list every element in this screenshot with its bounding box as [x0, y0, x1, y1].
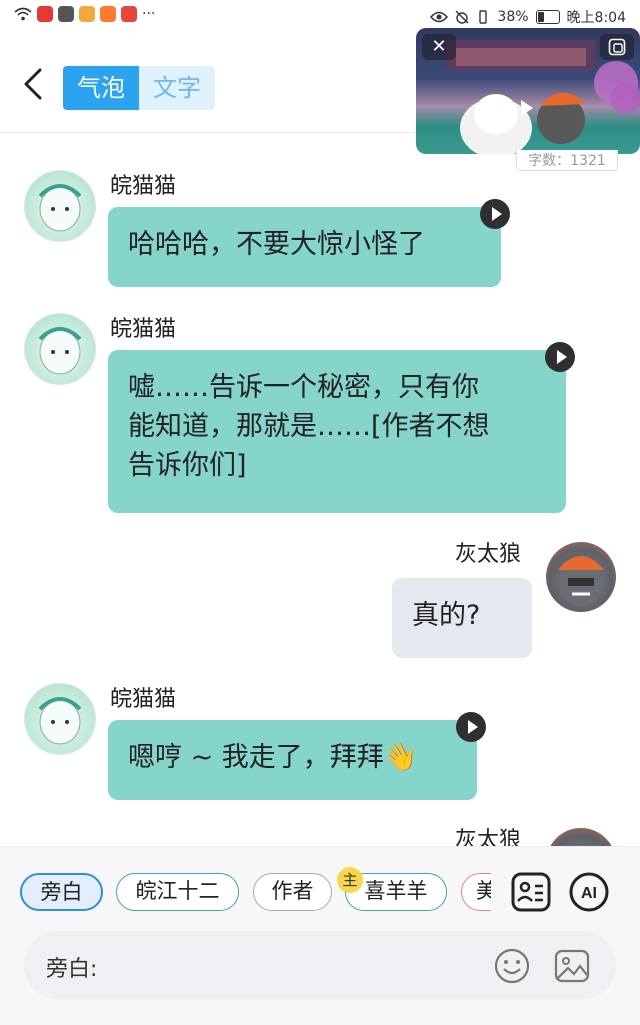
message-bubble[interactable]: 嗯哼 ~ 我走了，拜拜👋 [108, 720, 477, 800]
message-line: 能知道，那就是……[作者不想 [128, 411, 490, 442]
notification-app-icon [79, 6, 95, 22]
notification-app-icon [58, 6, 74, 22]
message-bubble[interactable]: 真的? [392, 578, 532, 658]
display-mode-toggle: 气泡 文字 [63, 66, 215, 110]
image-icon[interactable] [554, 948, 590, 984]
word-count: 字数：1321 [516, 150, 618, 171]
role-chip[interactable]: 作者 [253, 873, 332, 911]
battery-icon [535, 10, 560, 24]
message-bubble[interactable]: 嘘……告诉一个秘密，只有你 能知道，那就是……[作者不想 告诉你们] [108, 350, 566, 513]
wifi-icon [14, 7, 32, 21]
vibrate-icon [479, 10, 488, 24]
svg-text:AI: AI [581, 885, 597, 902]
host-badge: 主 [337, 867, 363, 893]
tab-text-mode[interactable]: 文字 [139, 66, 215, 110]
compose-panel: 旁白 皖江十二 作者 喜羊羊 主 美 AI 旁白: [0, 846, 640, 1025]
clock: 晚上8:04 [566, 10, 626, 26]
eye-icon [430, 11, 449, 23]
input-role-label: 旁白: [46, 957, 98, 982]
emoji-icon[interactable] [494, 948, 530, 984]
close-icon: ✕ [431, 36, 447, 57]
message-line: 嘘……告诉一个秘密，只有你 [128, 372, 479, 403]
message-bubble[interactable]: 哈哈哈，不要大惊小怪了 [108, 207, 501, 287]
contact-card-icon[interactable] [510, 871, 552, 913]
sheep-avatar-icon [38, 327, 82, 375]
back-arrow-icon[interactable] [16, 66, 52, 102]
more-notifications: ··· [142, 6, 156, 22]
tab-bubble-mode[interactable]: 气泡 [63, 66, 139, 110]
role-chip[interactable]: 皖江十二 [116, 873, 239, 911]
sheep-avatar-icon [38, 697, 82, 745]
wolf-avatar-icon [558, 556, 604, 606]
close-video-button[interactable]: ✕ [422, 34, 456, 60]
notification-app-icon [121, 6, 137, 22]
play-audio-button[interactable] [456, 712, 486, 742]
ai-assistant-icon[interactable]: AI [568, 871, 610, 913]
battery-percent: 38% [497, 9, 529, 25]
role-chip[interactable]: 美 [461, 873, 491, 911]
avatar-wanmaomao[interactable] [24, 170, 96, 242]
floating-video[interactable]: ✕ [416, 28, 640, 154]
avatar-wanmaomao[interactable] [24, 683, 96, 755]
play-audio-button[interactable] [545, 342, 575, 372]
notification-app-icon [37, 6, 53, 22]
sender-name: 皖猫猫 [110, 317, 177, 342]
sender-name: 灰太狼 [455, 542, 522, 567]
play-audio-button[interactable] [480, 199, 510, 229]
status-right: 38% 晚上8:04 [430, 7, 626, 27]
message-input[interactable]: 旁白: [24, 931, 616, 999]
status-left: ··· [14, 6, 155, 22]
sheep-avatar-icon [38, 184, 82, 232]
restore-window-icon [608, 38, 626, 56]
avatar-wanmaomao[interactable] [24, 313, 96, 385]
message-line: 告诉你们] [128, 450, 247, 481]
sender-name: 皖猫猫 [110, 174, 177, 199]
role-chip-narrator[interactable]: 旁白 [20, 873, 103, 911]
alarm-off-icon [455, 10, 469, 24]
restore-video-button[interactable] [600, 34, 634, 60]
avatar-huitailang[interactable] [546, 542, 616, 612]
notification-app-icon [100, 6, 116, 22]
sender-name: 皖猫猫 [110, 687, 177, 712]
